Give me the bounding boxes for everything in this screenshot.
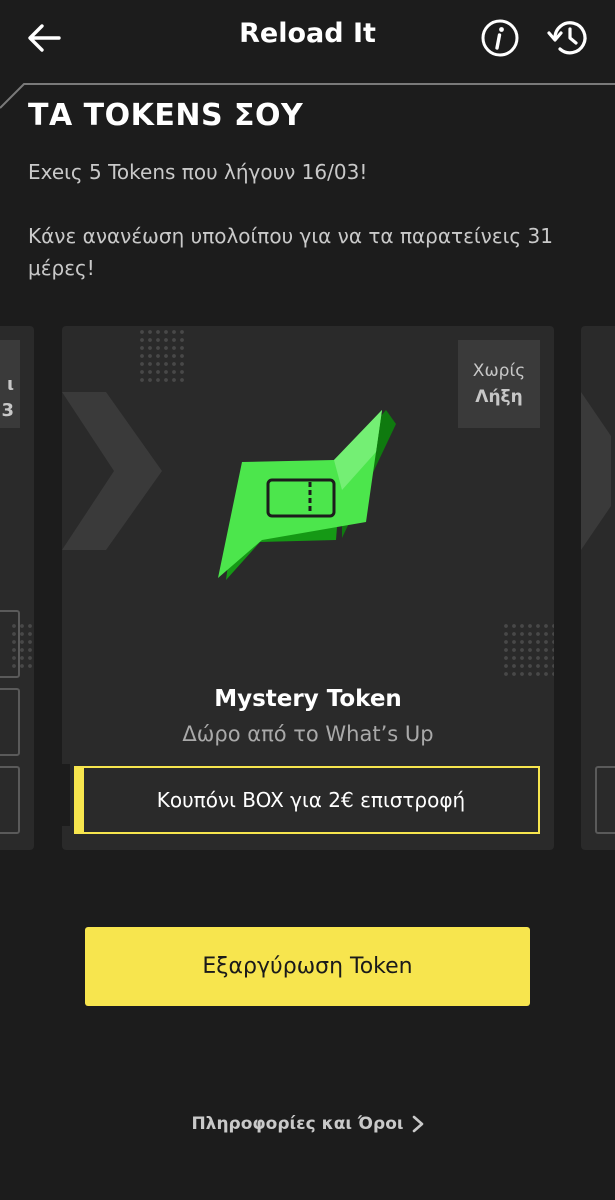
terms-label: Πληροφορίες και Όροι (191, 1114, 404, 1134)
chevron-right-icon (412, 1115, 423, 1133)
chevron-decoration (62, 392, 162, 550)
edge-notch (62, 764, 70, 826)
option-box (0, 688, 20, 756)
section-title: ΤΑ TOKENS ΣΟΥ (28, 98, 304, 133)
back-button[interactable] (22, 16, 66, 60)
token-subtitle: Δώρο από το What’s Up (182, 722, 434, 746)
arrow-left-icon (28, 24, 61, 52)
info-circle-icon (481, 19, 519, 57)
option-box (595, 766, 615, 834)
option-box (0, 766, 20, 834)
app-header: Reload It (0, 0, 615, 80)
coupon-label: Κουπόνι BOX για 2€ επιστροφή (74, 766, 540, 834)
terms-link[interactable]: Πληροφορίες και Όροι (0, 1114, 615, 1134)
ticket-flag-icon (218, 410, 396, 580)
info-button[interactable] (476, 14, 524, 62)
token-card[interactable]: Χωρίς Λήξη Mystery Token Δώρο από το Wha… (62, 326, 554, 850)
token-card-previous[interactable]: ι 3 (0, 326, 34, 850)
expiry-badge: Χωρίς Λήξη (458, 340, 540, 428)
chevron-decoration (581, 392, 611, 550)
token-name: Mystery Token (214, 686, 402, 712)
expiry-text: Exeις 5 Tokens που λήγουν 16/03! (28, 160, 368, 184)
history-icon (547, 21, 587, 55)
option-box (0, 610, 20, 678)
token-card-next[interactable] (581, 326, 615, 850)
renew-text: Κάνε ανανέωση υπολοίπου για να τα παρατε… (28, 224, 553, 280)
dot-pattern (138, 328, 186, 384)
history-button[interactable] (542, 14, 594, 62)
redeem-token-button[interactable]: Εξαργύρωση Token (85, 927, 530, 1006)
dot-pattern (502, 622, 554, 678)
expiry-badge: ι 3 (0, 340, 20, 428)
